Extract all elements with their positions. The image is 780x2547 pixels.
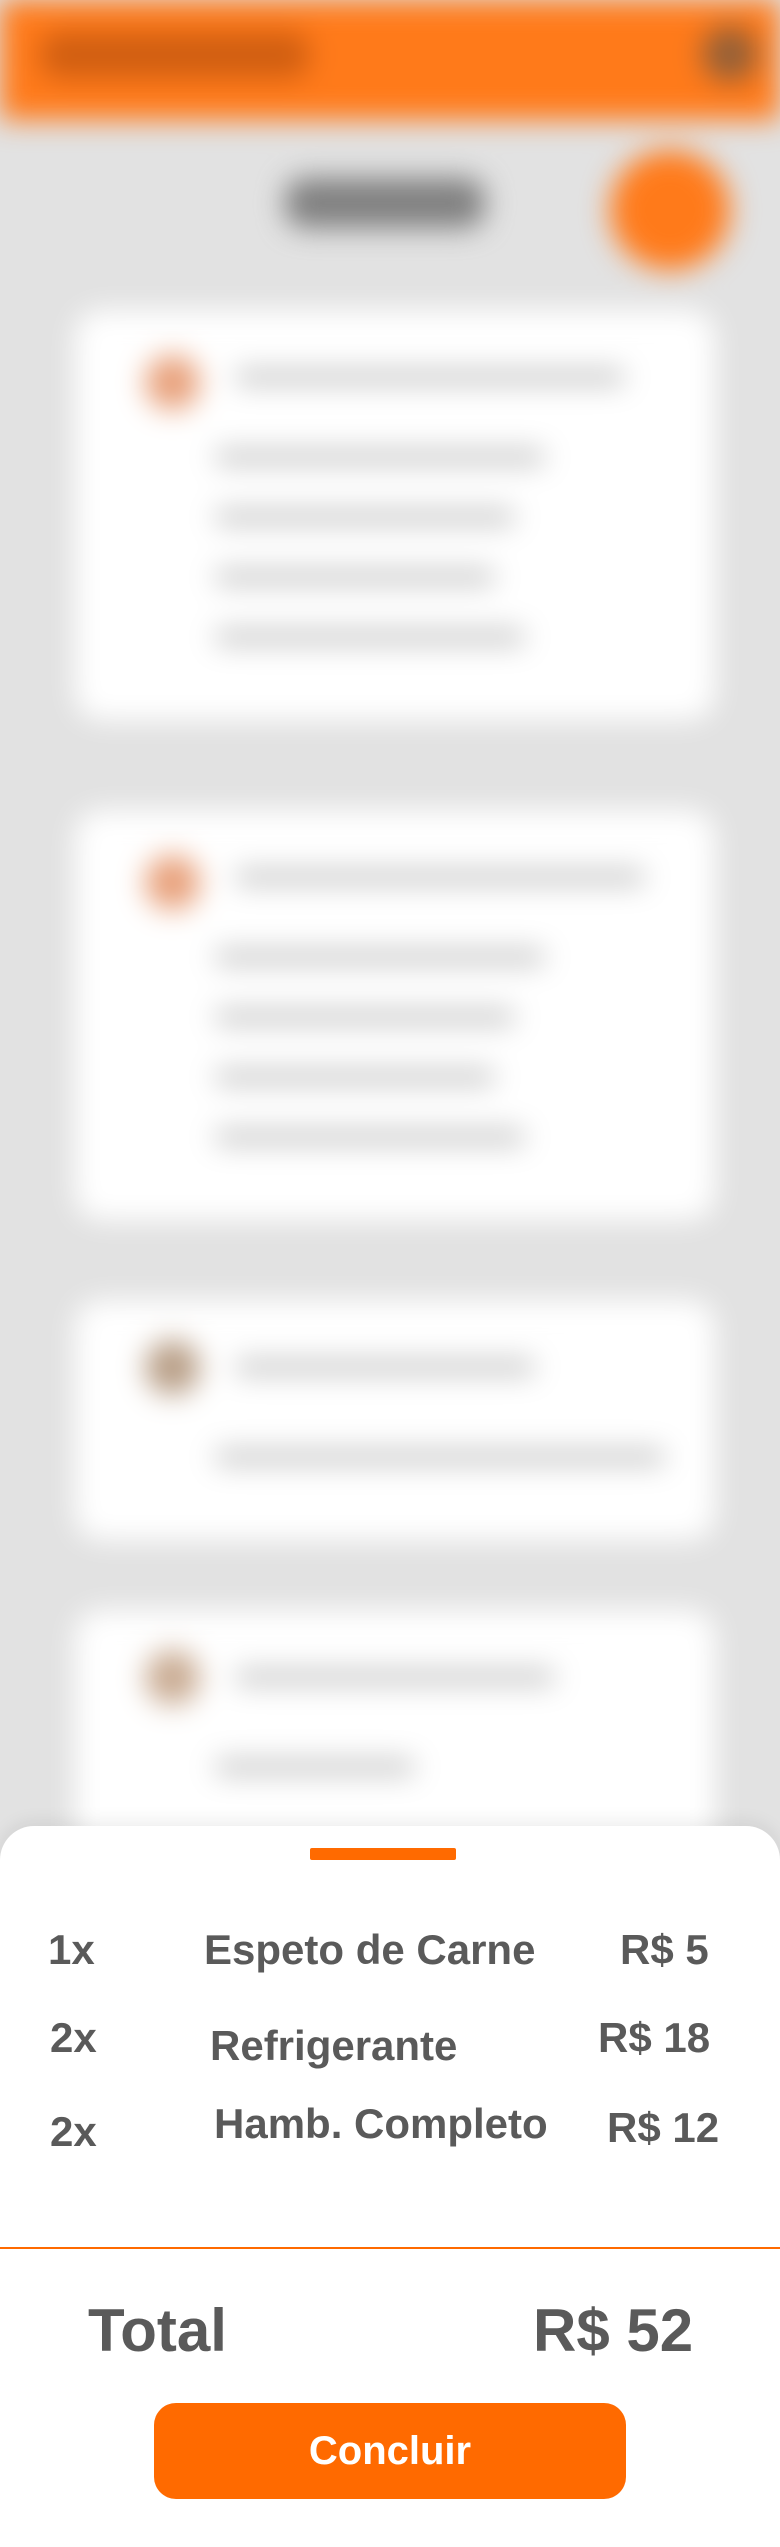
order-item-row: 2x Hamb. Completo R$ 12 (0, 2100, 780, 2164)
avatar-icon (145, 1650, 200, 1705)
item-price: R$ 18 (598, 2014, 711, 2061)
order-card[interactable] (75, 810, 715, 1220)
card-line (235, 870, 645, 884)
order-summary-sheet: 1x Espeto de Carne R$ 5 2x Refrigerante … (0, 1826, 780, 2547)
order-card[interactable] (75, 1300, 715, 1540)
item-quantity: 2x (50, 2014, 97, 2061)
item-name: Hamb. Completo (214, 2100, 548, 2147)
sheet-drag-handle[interactable] (310, 1848, 456, 1860)
total-divider (0, 2247, 780, 2249)
profile-avatar[interactable] (702, 26, 758, 82)
item-quantity: 1x (48, 1926, 95, 1973)
card-line (215, 1010, 515, 1024)
card-line (235, 1670, 555, 1684)
card-line (215, 1450, 665, 1464)
order-item-row: 2x Refrigerante R$ 18 (0, 2014, 780, 2074)
card-line (215, 1760, 415, 1774)
card-line (235, 1360, 535, 1374)
card-line (215, 950, 545, 964)
card-line (215, 1070, 495, 1084)
item-price: R$ 5 (620, 1926, 709, 1973)
status-dot-icon (145, 355, 200, 410)
item-price: R$ 12 (607, 2104, 720, 2151)
order-card[interactable] (75, 310, 715, 720)
conclude-button[interactable]: Concluir (154, 2403, 626, 2499)
app-bar (0, 0, 780, 120)
order-item-row: 1x Espeto de Carne R$ 5 (0, 1926, 780, 1986)
page-title (285, 178, 485, 228)
item-name: Espeto de Carne (204, 1926, 536, 1973)
app-bar-title (40, 32, 310, 78)
status-dot-icon (145, 855, 200, 910)
total-value: R$ 52 (533, 2297, 694, 2364)
card-line (215, 570, 495, 584)
add-order-button[interactable] (610, 150, 730, 270)
item-quantity: 2x (50, 2108, 97, 2155)
item-name: Refrigerante (210, 2022, 458, 2069)
card-line (215, 1130, 525, 1144)
card-line (235, 370, 625, 384)
card-line (215, 450, 545, 464)
total-label: Total (88, 2297, 227, 2364)
avatar-icon (145, 1340, 200, 1395)
card-line (215, 510, 515, 524)
card-line (215, 630, 525, 644)
